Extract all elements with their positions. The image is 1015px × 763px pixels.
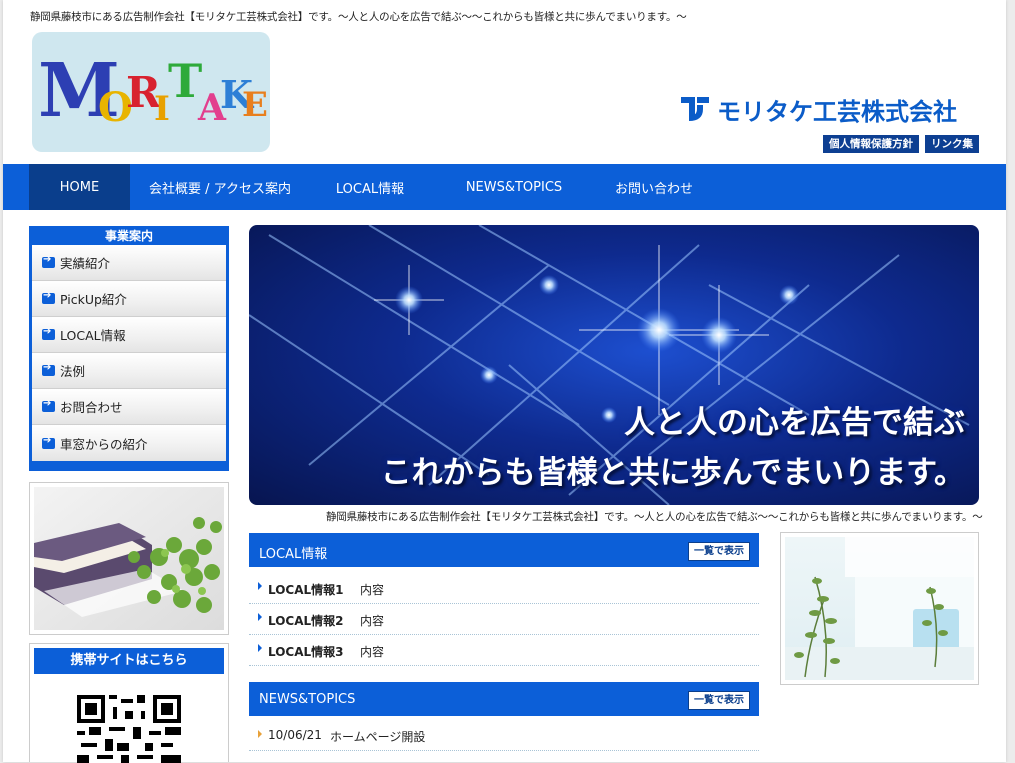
triangle-bullet-icon (258, 613, 262, 621)
local-row-label: LOCAL情報2 (268, 614, 344, 628)
sidebar-item-label: 法例 (60, 364, 86, 379)
news-view-all-button[interactable]: 一覧で表示 (688, 691, 750, 710)
arrow-right-icon (42, 254, 55, 268)
nav-home[interactable]: HOME (29, 164, 130, 210)
plant-window-photo (780, 532, 979, 685)
hero-banner: 人と人の心を広告で結ぶ これからも皆様と共に歩んでまいります。 (249, 225, 979, 505)
moritake-logo[interactable]: M O R I T A K E (32, 32, 270, 152)
news-section-title: NEWS&TOPICS (259, 692, 356, 707)
local-row-value: 内容 (360, 583, 385, 597)
sidebar-item-label: お問合わせ (60, 400, 123, 415)
company-name-block: モリタケ工芸株式会社 (681, 93, 957, 126)
nav-company[interactable]: 会社概要 / アクセス案内 (130, 164, 310, 210)
local-view-all-button[interactable]: 一覧で表示 (688, 542, 750, 561)
qr-code[interactable] (77, 695, 181, 763)
nav-contact[interactable]: お問い合わせ (598, 164, 710, 210)
local-row-label: LOCAL情報3 (268, 645, 344, 659)
sidebar-item-laws[interactable]: 法例 (32, 353, 226, 389)
company-name: モリタケ工芸株式会社 (717, 97, 957, 126)
local-row[interactable]: LOCAL情報1 内容 (249, 573, 759, 604)
arrow-right-icon (42, 362, 55, 376)
nav-news[interactable]: NEWS&TOPICS (430, 164, 598, 210)
local-row[interactable]: LOCAL情報2 内容 (249, 604, 759, 635)
sidebar-item-works[interactable]: 実績紹介 (32, 245, 226, 281)
hero-caption-line2: これからも皆様と共に歩んでまいります。 (380, 455, 965, 491)
sidebar-item-label: 車窓からの紹介 (60, 436, 148, 452)
top-links: 個人情報保護方針 リンク集 (823, 135, 979, 153)
local-row-value: 内容 (360, 614, 385, 628)
news-section-header: NEWS&TOPICS 一覧で表示 (249, 682, 759, 716)
privacy-policy-link[interactable]: 個人情報保護方針 (823, 135, 919, 153)
global-nav: HOME 会社概要 / アクセス案内 LOCAL情報 NEWS&TOPICS お… (3, 164, 1006, 210)
sidebar-item-label: 実績紹介 (60, 256, 111, 271)
sub-tagline: 静岡県藤枝市にある広告制作会社【モリタケ工芸株式会社】です。〜人と人の心を広告で… (326, 511, 983, 523)
logo-letter: E (242, 85, 268, 125)
nav-local[interactable]: LOCAL情報 (310, 164, 430, 210)
sidebar-item-local[interactable]: LOCAL情報 (32, 317, 226, 353)
triangle-bullet-icon (258, 582, 262, 590)
hero-caption-line1: 人と人の心を広告で結ぶ (624, 405, 965, 441)
news-row[interactable]: 10/06/21 ホームページ開設 (249, 721, 759, 751)
business-menu-title: 事業案内 (104, 229, 153, 243)
arrow-right-icon (42, 290, 55, 304)
local-row-label: LOCAL情報1 (268, 583, 344, 597)
local-row[interactable]: LOCAL情報3 内容 (249, 635, 759, 666)
arrow-right-icon (42, 398, 55, 412)
sidebar-item-train-window[interactable]: 車窓からの紹介 (32, 425, 226, 461)
company-mark-icon (681, 95, 711, 123)
arrow-right-icon (42, 326, 55, 340)
triangle-bullet-icon (258, 730, 262, 738)
sidebar-item-pickup[interactable]: PickUp紹介 (32, 281, 226, 317)
local-section-title: LOCAL情報 (259, 547, 328, 562)
news-row-date: 10/06/21 (268, 728, 322, 742)
sidebar-item-label: LOCAL情報 (60, 328, 126, 343)
sidebar-item-contact[interactable]: お問合わせ (32, 389, 226, 425)
books-plant-photo (29, 482, 229, 635)
mobile-site-title: 携帯サイトはこちら (34, 648, 224, 674)
triangle-bullet-icon (258, 644, 262, 652)
sidebar-item-label: PickUp紹介 (60, 292, 127, 307)
mobile-site-box: 携帯サイトはこちら (29, 643, 229, 763)
local-row-value: 内容 (360, 645, 385, 659)
links-page-link[interactable]: リンク集 (925, 135, 979, 153)
news-row-title: ホームページ開設 (330, 730, 426, 744)
arrow-right-icon (42, 435, 55, 449)
business-menu: 事業案内 実績紹介 PickUp紹介 LOCAL情報 法例 お問合わせ 車窓から… (29, 226, 229, 471)
site-tagline: 静岡県藤枝市にある広告制作会社【モリタケ工芸株式会社】です。〜人と人の心を広告で… (30, 11, 687, 23)
local-section-header: LOCAL情報 一覧で表示 (249, 533, 759, 567)
